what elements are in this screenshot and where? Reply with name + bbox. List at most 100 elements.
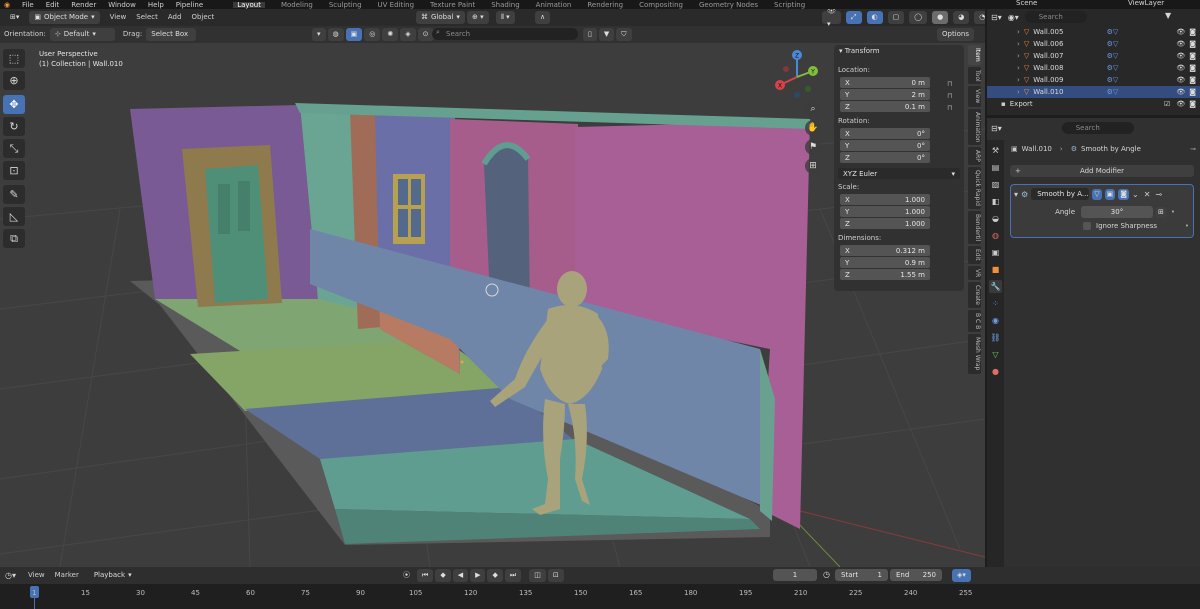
tab-tool[interactable]: Tool <box>968 66 981 85</box>
shading-solid-icon[interactable]: ● <box>932 11 949 24</box>
scale-x-field[interactable]: X 1.000 <box>840 194 930 205</box>
tab-edit[interactable]: Edit <box>968 246 981 264</box>
world-tab-icon[interactable]: ◍ <box>989 229 1002 242</box>
pivot-point-button[interactable]: ⊕ ▾ <box>467 11 489 24</box>
camera-icon[interactable]: ◙ <box>1189 100 1196 108</box>
start-frame-field[interactable]: Start 1 <box>835 569 888 581</box>
current-frame-field[interactable]: 1 <box>773 569 817 581</box>
tab-layout[interactable]: Layout <box>233 1 265 8</box>
prev-keyframe-icon[interactable]: ◆ <box>435 569 451 582</box>
expand-icon[interactable]: › <box>1017 64 1020 72</box>
editmode-toggle-icon[interactable]: ▽ <box>1092 188 1102 200</box>
proportional-edit-button[interactable]: ∧ <box>535 11 551 24</box>
eye-icon[interactable]: 👁 <box>1176 88 1185 96</box>
play-icon[interactable]: ▶ <box>470 569 486 582</box>
collapse-icon[interactable]: ▾ <box>312 28 326 41</box>
filter-icon[interactable]: ▼ <box>598 28 615 41</box>
render-toggle-icon[interactable]: ◙ <box>1118 188 1129 200</box>
display-mode-icon[interactable]: ◉▾ <box>1008 13 1019 22</box>
ortho-grid-icon[interactable]: ⊞ <box>805 158 821 174</box>
constraints-tab-icon[interactable]: ⛓ <box>989 331 1002 344</box>
chevron-down-icon[interactable]: ⌄ <box>1132 190 1139 199</box>
tab-vr[interactable]: VR <box>968 265 981 281</box>
camera-icon[interactable]: ◙ <box>1189 88 1196 96</box>
collapse-icon[interactable]: ▾ <box>1014 190 1018 199</box>
move-icon[interactable]: ✥ <box>3 95 25 114</box>
list-item[interactable]: › ▽ Wall.005 ⚙▽ 👁 ◙ <box>987 26 1200 38</box>
rotation-mode-dropdown[interactable]: XYZ Euler ▾ <box>838 168 960 179</box>
tab-bendertil[interactable]: Bendertil <box>968 210 981 245</box>
3d-viewport[interactable]: ⊞▾ ▣ Object Mode ▾ View Select Add Object… <box>0 9 985 567</box>
add-modifier-button[interactable]: + Add Modifier <box>1010 165 1194 177</box>
expand-icon[interactable]: › <box>1017 28 1020 36</box>
list-item[interactable]: ▪ Export ☑ 👁 ◙ <box>987 98 1200 110</box>
options-button[interactable]: Options <box>937 28 975 41</box>
menu-edit[interactable]: Edit <box>46 1 60 8</box>
outliner-search-input[interactable]: Search <box>1024 11 1087 23</box>
location-y-field[interactable]: Y 2 m <box>840 89 930 100</box>
input-socket-icon[interactable]: ⊞ <box>1155 206 1167 218</box>
pan-hand-icon[interactable]: ✋ <box>805 120 821 136</box>
particles-tab-icon[interactable]: ⁘ <box>989 297 1002 310</box>
list-item[interactable]: › ▽ Wall.006 ⚙▽ 👁 ◙ <box>987 38 1200 50</box>
playback-dropdown[interactable]: Playback ▾ <box>89 569 137 582</box>
mesh-filter-icon[interactable]: ◎ <box>364 28 381 41</box>
timeline-ruler[interactable] <box>0 584 1200 609</box>
tab-arp[interactable]: ARP <box>968 147 981 166</box>
menu-help[interactable]: Help <box>148 1 164 8</box>
output-tab-icon[interactable]: ▨ <box>989 178 1002 191</box>
rotation-x-field[interactable]: X 0° <box>840 128 930 139</box>
tab-compositing[interactable]: Compositing <box>639 1 683 8</box>
light-filter-icon[interactable]: ✺ <box>382 28 399 41</box>
blender-logo-icon[interactable]: ◉ <box>4 1 16 9</box>
jump-start-icon[interactable]: ⏮ <box>417 569 434 582</box>
list-item[interactable]: › ▽ Wall.008 ⚙▽ 👁 ◙ <box>987 62 1200 74</box>
gizmo-toggle-icon[interactable]: ⤢ <box>845 11 862 24</box>
bookmark-icon[interactable]: ▯ <box>583 28 597 41</box>
rotation-y-field[interactable]: Y 0° <box>840 140 930 151</box>
data-tab-icon[interactable]: ▽ <box>989 348 1002 361</box>
tab-animation[interactable]: Animation <box>536 1 572 8</box>
timeline-menu-view[interactable]: View <box>28 569 45 582</box>
lock-icon[interactable]: ⊓ <box>947 102 952 114</box>
tab-uv-editing[interactable]: UV Editing <box>378 1 415 8</box>
tab-item[interactable]: Item <box>968 45 981 65</box>
menu-window[interactable]: Window <box>108 1 136 8</box>
tab-mesh-wrap[interactable]: Mesh Wrap <box>968 334 981 374</box>
visibility-icon[interactable]: 👁▾ <box>822 9 841 28</box>
list-item[interactable]: › ▽ Wall.009 ⚙▽ 👁 ◙ <box>987 74 1200 86</box>
drag-dropdown[interactable]: Select Box <box>146 28 197 41</box>
checkbox-icon[interactable]: ☑ <box>1164 100 1170 108</box>
measure-icon[interactable]: ◺ <box>3 207 25 226</box>
scale-icon[interactable]: ⤡ <box>3 139 25 158</box>
xray-icon[interactable]: ▢ <box>887 11 905 24</box>
camera-view-icon[interactable]: ⚑ <box>805 139 821 155</box>
material-tab-icon[interactable]: ● <box>989 365 1002 378</box>
viewport-search-input[interactable]: Search <box>432 28 578 40</box>
eye-icon[interactable]: 👁 <box>1176 28 1185 36</box>
camera-icon[interactable]: ◙ <box>1189 52 1196 60</box>
dimensions-y-field[interactable]: Y 0.9 m <box>840 257 930 268</box>
navigation-gizmo[interactable]: Z X Y <box>772 49 822 99</box>
overlay-toggle-icon[interactable]: ◐ <box>866 11 883 24</box>
list-item-selected[interactable]: › ▽ Wall.010 ⚙▽ 👁 ◙ <box>987 86 1200 98</box>
menu-select[interactable]: Select <box>136 11 158 24</box>
object-tab-icon[interactable]: ■ <box>989 263 1002 276</box>
eye-icon[interactable]: 👁 <box>1176 40 1185 48</box>
tab-geometry-nodes[interactable]: Geometry Nodes <box>699 1 758 8</box>
menu-add[interactable]: Add <box>168 11 182 24</box>
add-cube-icon[interactable]: ⧉ <box>3 229 25 248</box>
camera-icon[interactable]: ◙ <box>1189 76 1196 84</box>
material-icon[interactable]: ◍ <box>327 28 344 41</box>
eye-icon[interactable]: 👁 <box>1176 76 1185 84</box>
annotate-icon[interactable]: ✎ <box>3 185 25 204</box>
camera-icon[interactable]: ◙ <box>1189 28 1196 36</box>
tab-rendering[interactable]: Rendering <box>587 1 623 8</box>
auto-key-icon[interactable]: ⊡ <box>547 569 564 582</box>
pin-icon[interactable]: ⊸ <box>1190 145 1196 153</box>
menu-render[interactable]: Render <box>71 1 96 8</box>
expand-icon[interactable]: › <box>1017 88 1020 96</box>
location-z-field[interactable]: Z 0.1 m <box>840 101 930 112</box>
menu-file[interactable]: File <box>22 1 34 8</box>
funnel-icon[interactable]: ▼ <box>1165 11 1171 20</box>
